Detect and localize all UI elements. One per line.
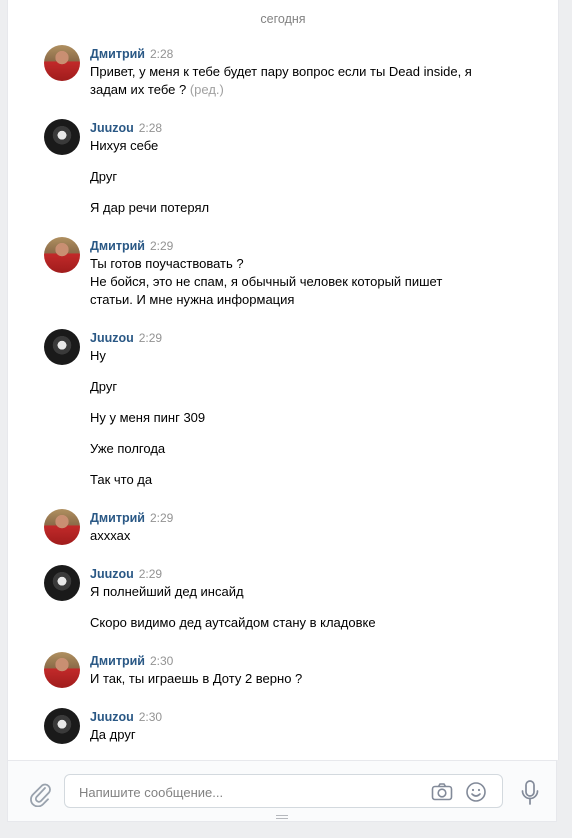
message-text: ахххах xyxy=(90,528,131,543)
message-input-box[interactable] xyxy=(64,774,503,809)
author-name[interactable]: Juuzou xyxy=(90,710,134,724)
edited-label: (ред.) xyxy=(189,82,224,97)
avatar[interactable] xyxy=(44,119,80,155)
date-separator: сегодня xyxy=(260,12,306,26)
message-time[interactable]: 2:29 xyxy=(139,567,162,581)
avatar[interactable] xyxy=(44,237,80,273)
message-time[interactable]: 2:29 xyxy=(150,511,173,525)
message-text: Нихуя себе xyxy=(90,138,159,153)
author-name[interactable]: Дмитрий xyxy=(90,511,145,525)
message-text: Я полнейший дед инсайд xyxy=(90,584,244,599)
message-time[interactable]: 2:30 xyxy=(150,654,173,668)
message-text: Ну xyxy=(90,348,106,363)
author-name[interactable]: Дмитрий xyxy=(90,239,145,253)
avatar[interactable] xyxy=(44,708,80,744)
author-name[interactable]: Дмитрий xyxy=(90,47,145,61)
message-time[interactable]: 2:29 xyxy=(139,331,162,345)
message-text: Ну у меня пинг 309 xyxy=(90,410,206,425)
message-text: Друг xyxy=(90,379,118,394)
message-text: Друг xyxy=(90,169,118,184)
message-time[interactable]: 2:29 xyxy=(150,239,173,253)
message-text: Я дар речи потерял xyxy=(90,200,210,215)
author-name[interactable]: Дмитрий xyxy=(90,654,145,668)
resize-handle[interactable] xyxy=(276,815,288,821)
author-name[interactable]: Juuzou xyxy=(90,121,134,135)
message-input[interactable] xyxy=(77,775,421,809)
message-text: Так что да xyxy=(90,472,153,487)
message-text: И так, ты играешь в Доту 2 верно ? xyxy=(90,671,303,686)
author-name[interactable]: Juuzou xyxy=(90,567,134,581)
avatar[interactable] xyxy=(44,329,80,365)
message-time[interactable]: 2:28 xyxy=(139,121,162,135)
message-text: Да друг xyxy=(90,727,136,742)
avatar[interactable] xyxy=(44,565,80,601)
message-text: статьи. И мне нужна информация xyxy=(90,292,295,307)
author-name[interactable]: Juuzou xyxy=(90,331,134,345)
chat-history: сегодня Дмитрий 2:28 Привет, у меня к теб… xyxy=(7,0,559,760)
message-text: Привет, у меня к тебе будет пару вопрос … xyxy=(90,64,472,79)
microphone-icon[interactable] xyxy=(520,779,540,807)
avatar[interactable] xyxy=(44,45,80,81)
avatar[interactable] xyxy=(44,509,80,545)
paperclip-icon[interactable] xyxy=(28,779,52,808)
message-text: Не бойся, это не спам, я обычный человек… xyxy=(90,274,443,289)
message-text: Уже полгода xyxy=(90,441,166,456)
message-time[interactable]: 2:28 xyxy=(150,47,173,61)
message-text: Скоро видимо дед аутсайдом стану в кладо… xyxy=(90,615,376,630)
message-time[interactable]: 2:30 xyxy=(139,710,162,724)
smile-icon[interactable] xyxy=(464,780,488,804)
avatar[interactable] xyxy=(44,652,80,688)
message-composer xyxy=(7,760,557,822)
message-text: Ты готов поучаствовать ? xyxy=(90,256,244,271)
camera-icon[interactable] xyxy=(430,780,454,804)
message-text: задам их тебе ? xyxy=(90,82,187,97)
